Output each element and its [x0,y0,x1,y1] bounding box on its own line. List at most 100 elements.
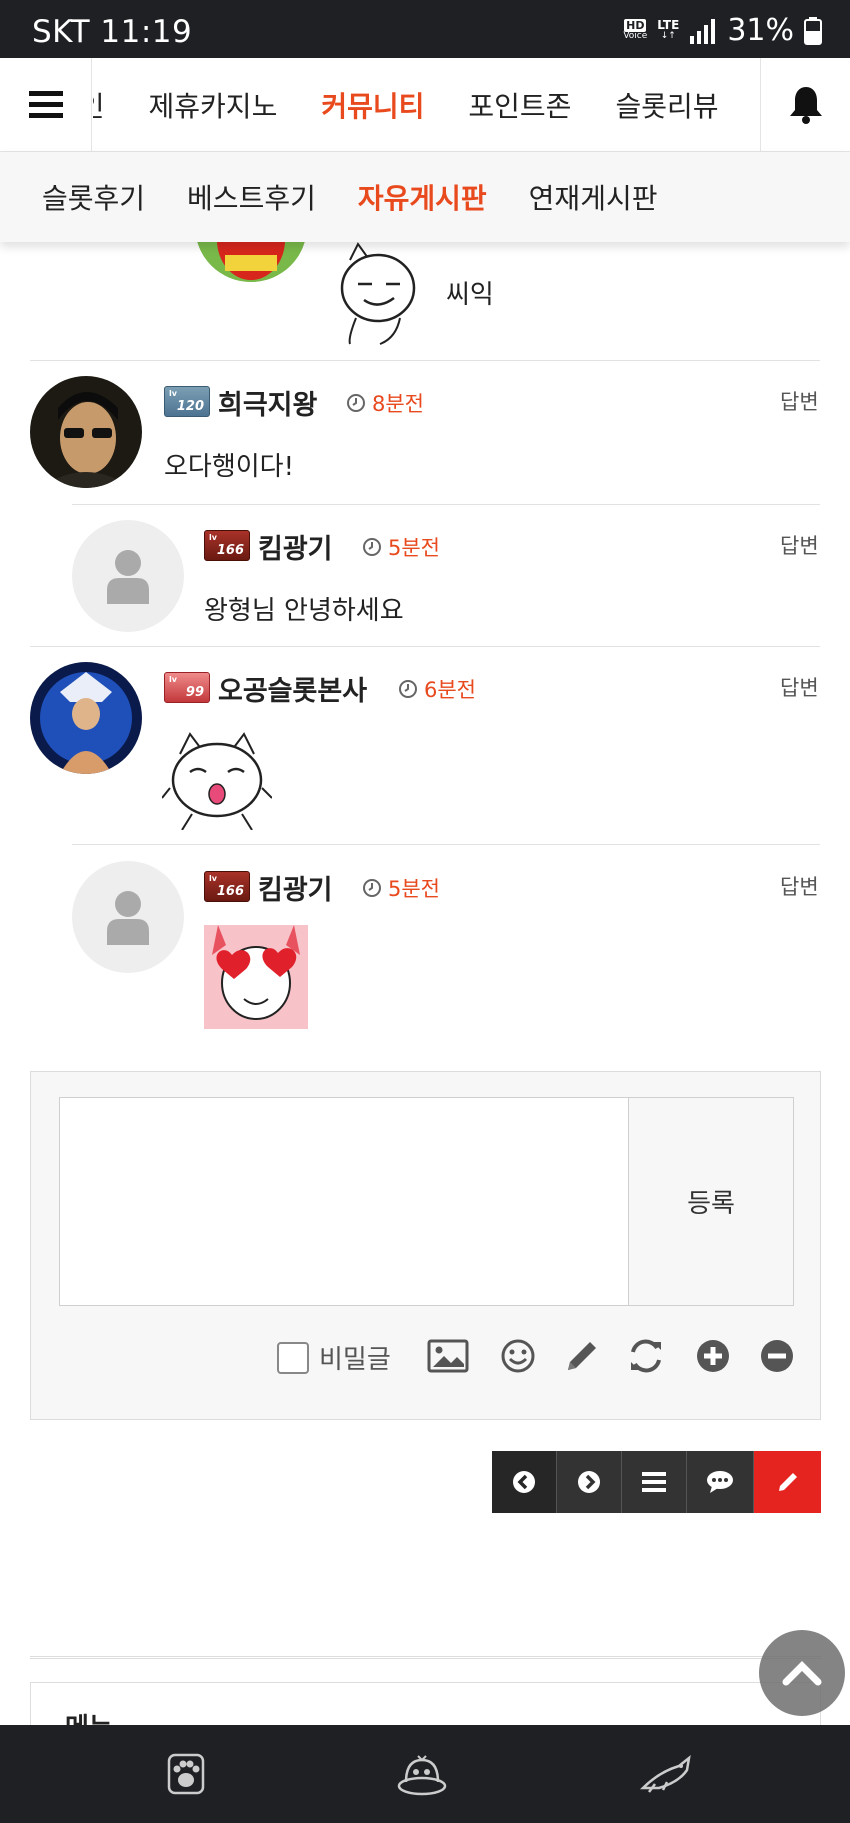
minus-circle-icon[interactable] [759,1338,795,1374]
next-post-button[interactable] [557,1451,622,1513]
comment-divider [30,646,820,647]
comment-text: 왕형님 안녕하세요 [204,596,404,626]
bottom-tab-paw[interactable] [156,1747,216,1801]
hamburger-icon [28,90,63,118]
sub-nav: 슬롯후기 베스트후기 자유게시판 연재게시판 [0,152,850,242]
clock-icon [363,538,381,556]
slot-machine-icon [397,1755,447,1796]
level-number: 99 [185,685,204,700]
write-post-button[interactable] [754,1451,821,1513]
reply-button[interactable]: 답변 [780,871,819,901]
status-bar: SKT 11:19 HD Voice LTE ↓↑ 31% [0,0,850,58]
comment-author[interactable]: 오공슬롯본사 [218,669,367,708]
main-nav-items: 메인 제휴카지노 커뮤니티 포인트존 슬롯리뷰 [93,58,759,151]
nav-item-community[interactable]: 커뮤니티 [321,85,424,125]
secret-checkbox[interactable] [277,1341,309,1374]
comment-button[interactable] [687,1451,754,1513]
comment-divider [72,844,820,845]
cat-icon [639,1754,691,1793]
secret-label: 비밀글 [319,1345,391,1375]
sub-item-free-board[interactable]: 자유게시판 [358,177,487,217]
lte-icon: LTE ↓↑ [657,17,680,42]
bottom-tab-slot[interactable] [392,1747,452,1801]
default-avatar [72,520,184,632]
level-number: 166 [216,884,244,899]
level-prefix: lv [169,389,177,398]
prev-post-button[interactable] [492,1451,557,1513]
plus-circle-icon[interactable] [695,1338,731,1374]
time-text: 5분전 [388,536,441,560]
level-badge: lv 120 [164,386,210,417]
main-nav: 메인 제휴카지노 커뮤니티 포인트존 슬롯리뷰 [0,58,850,152]
next-icon [578,1471,600,1493]
list-button[interactable] [622,1451,687,1513]
comment-write-box: 등록 비밀글 [30,1071,821,1420]
signal-icon [690,18,716,44]
sub-item-slot-review[interactable]: 슬롯후기 [42,177,145,217]
level-prefix: lv [209,533,217,542]
nav-item-main[interactable]: 메인 [93,85,105,125]
notification-button[interactable] [760,58,850,151]
comment-author[interactable]: 킴광기 [258,868,333,907]
comment-divider [30,360,820,361]
sub-item-serial-board[interactable]: 연재게시판 [529,177,658,217]
bell-icon [789,86,822,124]
level-badge: lv 99 [164,672,210,703]
list-icon [642,1472,666,1492]
post-action-bar [492,1451,821,1513]
level-number: 166 [216,543,244,558]
comment-divider [72,504,820,505]
paw-icon [167,1753,205,1795]
comment-time: 5분전 [362,873,440,903]
nav-item-point-zone[interactable]: 포인트존 [468,85,571,125]
status-time: SKT 11:19 [32,14,193,50]
refresh-icon[interactable] [627,1338,665,1374]
level-badge: lv 166 [204,871,250,902]
hamburger-menu-button[interactable] [0,58,92,151]
comment-text: 씨익 [446,280,494,310]
reply-button[interactable]: 답변 [780,530,819,560]
battery-percent: 31% [727,13,794,48]
smile-icon[interactable] [500,1338,536,1374]
secret-toggle[interactable]: 비밀글 [277,1339,391,1376]
bottom-tab-cat[interactable] [636,1747,696,1801]
sub-item-best-review[interactable]: 베스트후기 [187,177,316,217]
avatar [30,376,142,488]
pencil-icon[interactable] [564,1338,600,1374]
cat-sticker-smirk [340,242,416,345]
chevron-up-icon [782,1661,822,1686]
scroll-top-button[interactable] [759,1630,845,1716]
default-avatar [72,861,184,973]
user-photo-avatar [30,376,142,488]
comment-textarea[interactable] [59,1097,629,1306]
comment-time: 8분전 [346,388,424,418]
time-text: 6분전 [424,678,477,702]
main-nav-track: 메인 제휴카지노 커뮤니티 포인트존 슬롯리뷰 [93,58,759,151]
time-text: 8분전 [372,392,425,416]
write-tools: 비밀글 [31,1334,822,1384]
comment-author[interactable]: 희극지왕 [218,383,317,422]
nav-item-partner-casino[interactable]: 제휴카지노 [149,85,278,125]
comment-author[interactable]: 킴광기 [258,527,333,566]
image-icon[interactable] [427,1338,469,1374]
data-arrows-icon: ↓↑ [660,30,676,41]
level-prefix: lv [209,874,217,883]
bottom-tab-bar [0,1725,850,1823]
reply-button[interactable]: 답변 [780,672,819,702]
hd-voice-icon: HD Voice [623,18,648,42]
section-divider [30,1656,821,1659]
anime-avatar-image [30,662,142,774]
clock-icon [363,879,381,897]
submit-button[interactable]: 등록 [628,1097,794,1306]
clock-icon [399,680,417,698]
prev-icon [513,1471,535,1493]
comment-text: 오다행이다! [164,452,295,482]
network-label: LTE [657,17,680,32]
reply-button[interactable]: 답변 [780,386,819,416]
avatar [30,662,142,774]
level-badge: lv 166 [204,530,250,561]
voice-label: Voice [623,30,648,41]
nav-item-slot-review[interactable]: 슬롯리뷰 [615,85,718,125]
user-silhouette-icon [107,550,149,604]
hd-label: HD [624,18,647,32]
